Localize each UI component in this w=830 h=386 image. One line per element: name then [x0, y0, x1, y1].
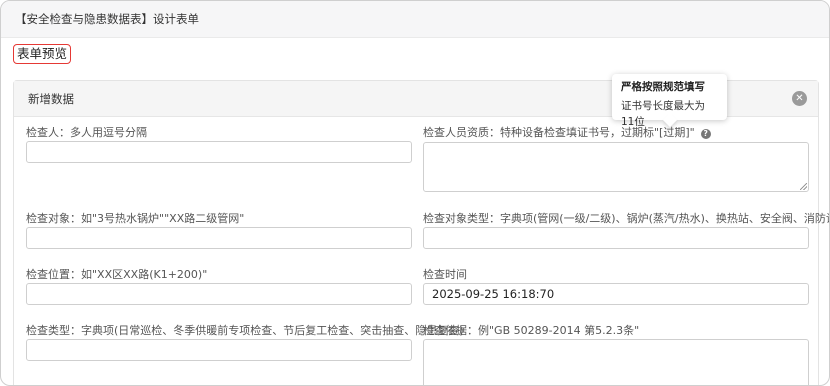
qualification-tooltip: 严格按照规范填写 证书号长度最大为11位 [612, 74, 727, 128]
location-input[interactable] [26, 283, 412, 305]
target-type-label: 检查对象类型：字典项(管网(一级/二级)、锅炉(蒸汽/热水)、换热站、安全阀、消… [423, 212, 830, 225]
window-title: 【安全检查与隐患数据表】设计表单 [1, 1, 829, 38]
inspector-label: 检查人：多人用逗号分隔 [26, 126, 147, 139]
time-label: 检查时间 [423, 268, 467, 281]
target-label: 检查对象：如"3号热水锅炉""XX路二级管网" [26, 212, 245, 225]
location-label: 检查位置：如"XX区XX路(K1+200)" [26, 268, 208, 281]
basis-label: 检查依据：例"GB 50289-2014 第5.2.3条" [423, 324, 640, 337]
time-input[interactable] [423, 283, 809, 305]
form-preview-label: 表单预览 [13, 44, 72, 64]
target-input[interactable] [26, 227, 412, 249]
inspector-input[interactable] [26, 141, 412, 163]
help-icon[interactable]: ? [700, 129, 711, 139]
panel-title: 新增数据 [28, 92, 74, 106]
app-window: 【安全检查与隐患数据表】设计表单 表单预览 新增数据 ✕ 检查人：多人用逗号分隔… [0, 0, 830, 386]
type-input[interactable] [26, 339, 412, 361]
resize-grip-icon[interactable] [800, 183, 807, 190]
type-label: 检查类型：字典项(日常巡检、冬季供暖前专项检查、节后复工检查、突击抽查、隐患复查… [26, 324, 464, 337]
close-icon[interactable]: ✕ [792, 91, 807, 106]
qualification-textarea[interactable] [423, 142, 809, 192]
tooltip-title: 严格按照规范填写 [621, 81, 705, 93]
target-type-input[interactable] [423, 227, 809, 249]
basis-textarea[interactable] [423, 339, 809, 385]
